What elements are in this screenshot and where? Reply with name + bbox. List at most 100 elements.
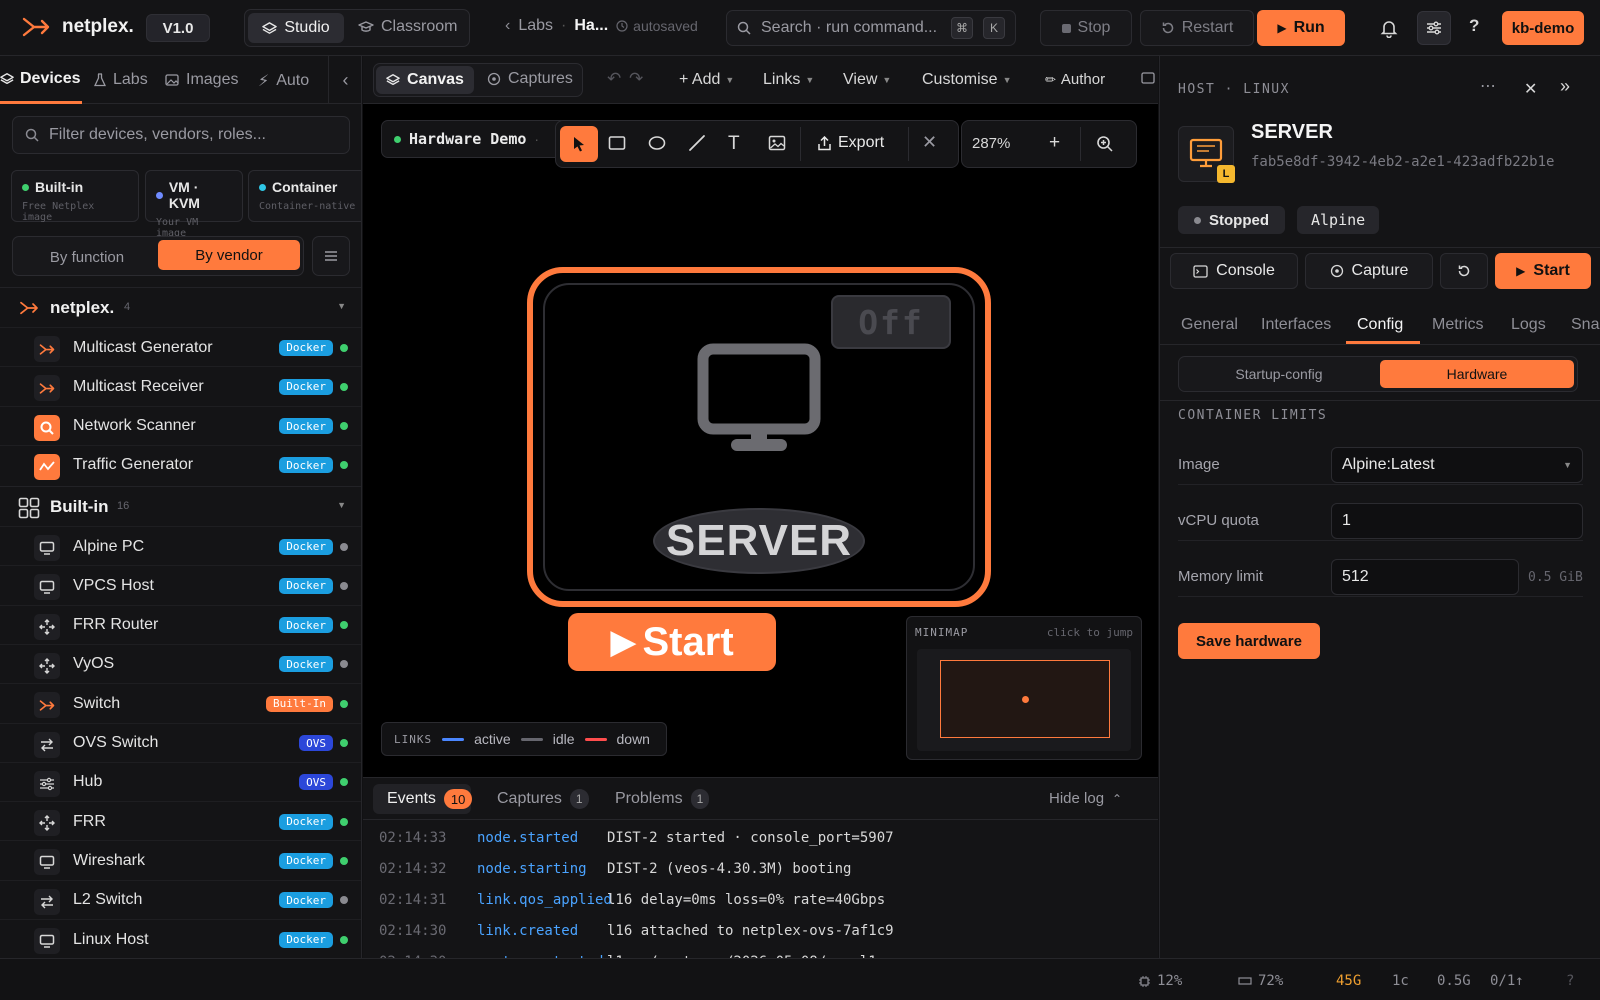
memory-input[interactable]: 512 <box>1331 559 1519 595</box>
tab-canvas[interactable]: Canvas <box>376 66 474 94</box>
more-icon[interactable]: ⋯ <box>1480 76 1496 96</box>
group-netplex[interactable]: netplex. 4 ▼ <box>0 287 361 327</box>
log-tab-problems[interactable]: Problems 1 <box>615 789 710 809</box>
reset-button[interactable] <box>1440 253 1488 289</box>
mode-studio[interactable]: Studio <box>248 13 344 43</box>
device-row[interactable]: Multicast Receiver Docker <box>0 366 361 406</box>
type-card-builtin[interactable]: Built-in Free Netplex image <box>11 170 139 223</box>
log-message: l16 delay=0ms loss=0% rate=40Gbps <box>607 892 886 908</box>
tab-images-label: Images <box>186 71 239 88</box>
collapse-sidebar-icon[interactable]: ‹ <box>328 56 361 104</box>
redo-icon[interactable]: ↷ <box>629 69 643 89</box>
user-menu[interactable]: kb-demo <box>1502 11 1584 45</box>
text-tool-icon[interactable]: T <box>728 133 740 155</box>
lab-name-pill[interactable]: Hardware Demo · <box>381 120 567 158</box>
capture-button[interactable]: Capture <box>1305 253 1433 289</box>
type-card-container[interactable]: Container Container-native <box>248 170 361 222</box>
node-start-label: Start <box>642 619 734 664</box>
rectangle-tool-icon[interactable] <box>608 135 626 151</box>
bell-icon[interactable] <box>1380 18 1398 38</box>
hide-log-button[interactable]: Hide log ⌃ <box>1049 790 1122 807</box>
memory-value: 512 <box>1342 568 1369 585</box>
command-search[interactable]: Search · run command... ⌘ K <box>726 10 1016 46</box>
menu-links[interactable]: Links ▼ <box>763 71 814 89</box>
device-row[interactable]: Traffic Generator Docker <box>0 444 361 485</box>
save-hardware-button[interactable]: Save hardware <box>1178 623 1320 659</box>
device-row[interactable]: Multicast Generator Docker <box>0 327 361 367</box>
group-by-vendor[interactable]: By vendor <box>158 240 300 270</box>
device-row[interactable]: FRR Router Docker <box>0 604 361 645</box>
mode-classroom[interactable]: Classroom <box>358 18 457 36</box>
device-row[interactable]: VyOS Docker <box>0 643 361 684</box>
log-tab-events[interactable]: Events 10 <box>387 789 473 809</box>
log-tab-captures[interactable]: Captures 1 <box>497 789 589 809</box>
start-button[interactable]: ▶ Start <box>1495 253 1591 289</box>
version-badge[interactable]: V1.0 <box>146 14 210 42</box>
node-start-button[interactable]: ▶ Start <box>568 613 776 671</box>
status-help-icon[interactable]: ? <box>1566 973 1574 989</box>
device-row[interactable]: Hub OVS <box>0 761 361 802</box>
zoom-in-icon[interactable]: + <box>1049 132 1060 154</box>
tab-devices[interactable]: Devices <box>0 70 81 88</box>
expand-panel-icon[interactable]: » <box>1560 76 1570 97</box>
device-row[interactable]: Linux Host Docker <box>0 919 361 958</box>
device-row[interactable]: Wireshark Docker <box>0 840 361 880</box>
author-button[interactable]: ✏ Author <box>1045 71 1105 88</box>
tab-images[interactable]: Images <box>165 71 238 89</box>
line-tool-icon[interactable] <box>688 134 706 152</box>
tab-general[interactable]: General <box>1181 316 1238 334</box>
app-logo[interactable]: netplex. <box>22 15 134 39</box>
minimap-node <box>1022 696 1029 703</box>
device-row[interactable]: Switch Built-In <box>0 683 361 723</box>
device-row[interactable]: Alpine PC Docker <box>0 526 361 566</box>
image-tool-icon[interactable] <box>768 135 786 151</box>
chevron-left-icon[interactable]: ‹ <box>505 17 510 35</box>
close-icon[interactable]: ✕ <box>1524 79 1537 99</box>
tab-logs[interactable]: Logs <box>1511 316 1546 334</box>
zoom-level[interactable]: 287% <box>972 135 1010 152</box>
minimap[interactable]: MINIMAP click to jump <box>906 616 1142 760</box>
console-button[interactable]: Console <box>1170 253 1298 289</box>
tab-captures[interactable]: Captures <box>487 70 573 88</box>
restart-button[interactable]: Restart <box>1140 10 1254 46</box>
tab-interfaces[interactable]: Interfaces <box>1261 316 1331 334</box>
tab-auto[interactable]: ⚡ Auto <box>258 71 309 91</box>
device-row[interactable]: FRR Docker <box>0 801 361 841</box>
image-select[interactable]: Alpine:Latest ▼ <box>1331 447 1583 483</box>
device-filter-input[interactable]: Filter devices, vendors, roles... <box>12 116 350 154</box>
device-row[interactable]: Network Scanner Docker <box>0 405 361 446</box>
menu-view[interactable]: View ▼ <box>843 71 891 89</box>
breadcrumb-labs[interactable]: Labs <box>518 17 553 35</box>
subtab-hardware[interactable]: Hardware <box>1380 360 1574 388</box>
device-row[interactable]: VPCS Host Docker <box>0 565 361 605</box>
undo-icon[interactable]: ↶ <box>607 69 621 89</box>
tab-metrics[interactable]: Metrics <box>1432 316 1484 334</box>
cursor-tool-icon[interactable] <box>560 126 598 162</box>
export-button[interactable]: Export <box>818 134 884 152</box>
tab-config[interactable]: Config <box>1357 316 1403 334</box>
subtab-startup-config[interactable]: Startup-config <box>1182 360 1376 388</box>
status-dot <box>340 856 348 865</box>
close-icon[interactable]: ✕ <box>922 132 937 153</box>
help-icon[interactable]: ? <box>1469 16 1479 36</box>
group-builtin[interactable]: Built-in 16 ▼ <box>0 486 361 526</box>
settings-sliders-icon[interactable] <box>1417 11 1451 45</box>
stop-button[interactable]: Stop <box>1040 10 1132 46</box>
list-view-icon[interactable] <box>312 236 350 276</box>
device-row[interactable]: L2 Switch Docker <box>0 879 361 920</box>
type-card-vm[interactable]: VM · KVM Your VM image <box>145 170 243 239</box>
menu-add[interactable]: + Add ▼ <box>679 71 734 89</box>
run-button[interactable]: ▶ Run <box>1257 10 1345 46</box>
group-by-function[interactable]: By function <box>18 244 156 270</box>
memory-usage: 72% <box>1238 973 1283 989</box>
zoom-search-icon[interactable] <box>1096 135 1114 153</box>
tab-snap[interactable]: Snap <box>1571 316 1600 334</box>
image-icon[interactable] <box>1141 72 1155 84</box>
server-node[interactable]: Off SERVER <box>527 267 991 607</box>
menu-customise[interactable]: Customise ▼ <box>922 71 1012 89</box>
device-row[interactable]: OVS Switch OVS <box>0 722 361 763</box>
vcpu-input[interactable]: 1 <box>1331 503 1583 539</box>
tab-labs[interactable]: Labs <box>94 71 148 89</box>
breadcrumb-current[interactable]: Ha... <box>574 17 608 35</box>
ellipse-tool-icon[interactable] <box>648 135 666 151</box>
